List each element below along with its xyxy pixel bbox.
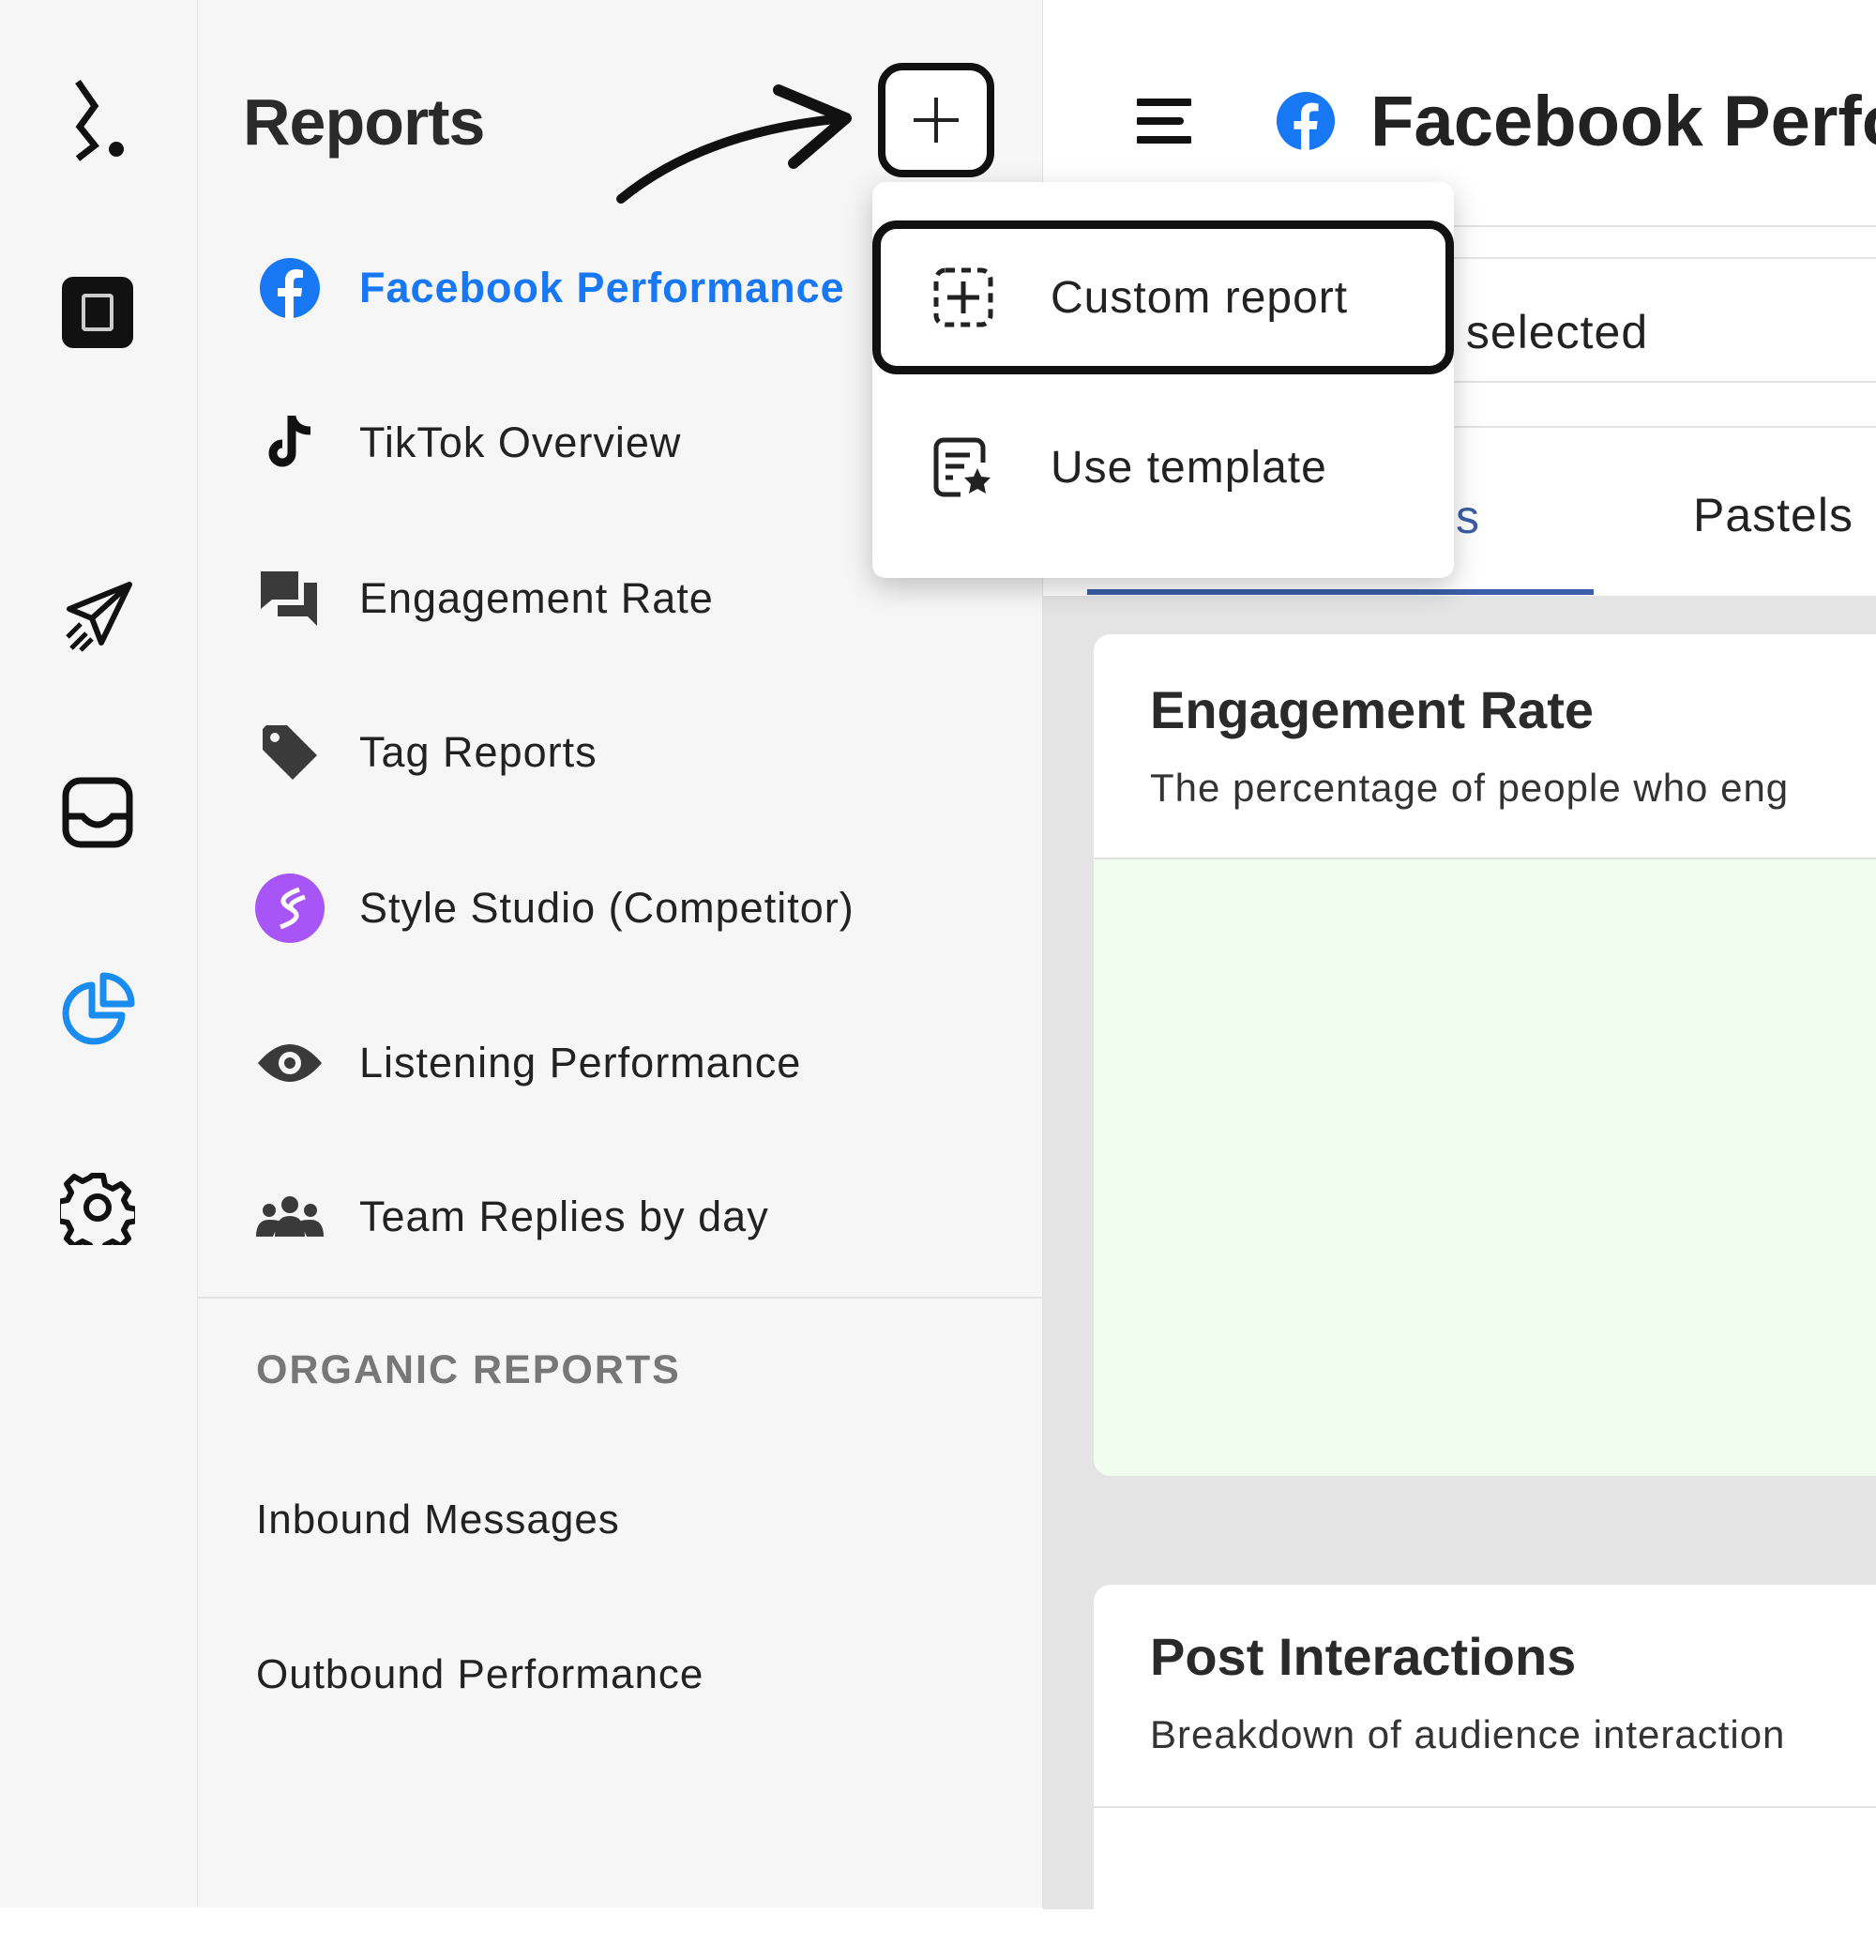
sidebar-item-outbound-performance[interactable]: Outbound Performance: [256, 1651, 704, 1698]
icon-rail: [0, 0, 198, 1907]
section-heading: ORGANIC REPORTS: [256, 1347, 681, 1392]
dashed-plus-icon: [933, 267, 993, 327]
sidebar-title: Reports: [243, 85, 485, 159]
style-studio-logo-icon: [254, 873, 325, 944]
sidebar-item-label: Facebook Performance: [359, 264, 845, 311]
tab-pastels[interactable]: Pastels: [1693, 488, 1853, 542]
page-title: Facebook Perfo: [1370, 82, 1876, 161]
divider: [1094, 1806, 1876, 1808]
post-interactions-card: Post Interactions Breakdown of audience …: [1094, 1585, 1876, 1960]
sidebar-item-style-studio[interactable]: Style Studio (Competitor): [254, 871, 855, 946]
plus-icon: [914, 98, 959, 143]
annotation-arrow-icon: [616, 84, 852, 204]
tag-icon: [254, 717, 325, 788]
chat-bubbles-icon: [254, 563, 325, 634]
sidebar-item-label: TikTok Overview: [359, 418, 682, 466]
new-report-dropdown: Custom report Use template: [872, 182, 1454, 578]
facebook-icon: [254, 252, 325, 324]
card-subtitle: Breakdown of audience interaction: [1150, 1712, 1786, 1756]
card-subtitle: The percentage of people who eng: [1150, 766, 1790, 810]
option-label: Custom report: [1051, 272, 1349, 323]
sidebar-item-tag-reports[interactable]: Tag Reports: [254, 715, 598, 790]
team-icon: [254, 1181, 325, 1253]
template-star-icon: [933, 437, 991, 497]
chart-area: [1094, 859, 1876, 1476]
add-report-button[interactable]: [878, 63, 994, 177]
send-icon[interactable]: [60, 579, 135, 654]
tiktok-icon: [254, 407, 325, 479]
sidebar-item-label: Listening Performance: [359, 1039, 802, 1086]
card-title: Engagement Rate: [1150, 680, 1594, 739]
option-label: Use template: [1051, 442, 1327, 493]
facebook-icon: [1276, 91, 1336, 156]
workspace-avatar-icon[interactable]: [60, 275, 135, 350]
sidebar-item-inbound-messages[interactable]: Inbound Messages: [256, 1497, 620, 1543]
filter-selected-text[interactable]: s selected: [1428, 305, 1648, 359]
content-background: Engagement Rate The percentage of people…: [1043, 596, 1876, 1960]
sidebar-divider: [198, 1297, 1043, 1299]
sidebar-item-label: Style Studio (Competitor): [359, 884, 855, 932]
sidebar-item-engagement-rate[interactable]: Engagement Rate: [254, 561, 714, 636]
sidebar-item-listening-performance[interactable]: Listening Performance: [254, 1026, 801, 1101]
eye-icon: [254, 1027, 325, 1099]
sidebar-item-tiktok-overview[interactable]: TikTok Overview: [254, 405, 681, 480]
use-template-option[interactable]: Use template: [872, 390, 1454, 544]
sidebar-item-label: Team Replies by day: [359, 1193, 769, 1240]
settings-gear-icon[interactable]: [60, 1170, 135, 1245]
engagement-rate-card: Engagement Rate The percentage of people…: [1094, 634, 1876, 1476]
app-logo-icon[interactable]: [60, 80, 135, 161]
tab-active[interactable]: s: [1456, 490, 1479, 544]
active-tab-underline: [1087, 589, 1594, 595]
sidebar-item-label: Tag Reports: [359, 728, 598, 776]
sidebar-item-facebook-performance[interactable]: Facebook Performance: [254, 251, 845, 326]
inbox-icon[interactable]: [60, 775, 135, 850]
hamburger-menu-icon[interactable]: [1135, 98, 1193, 149]
custom-report-option[interactable]: Custom report: [872, 220, 1454, 374]
reports-pie-chart-icon[interactable]: [60, 972, 135, 1047]
sidebar-item-team-replies[interactable]: Team Replies by day: [254, 1179, 769, 1254]
sidebar-item-label: Engagement Rate: [359, 574, 714, 622]
card-title: Post Interactions: [1150, 1627, 1577, 1686]
